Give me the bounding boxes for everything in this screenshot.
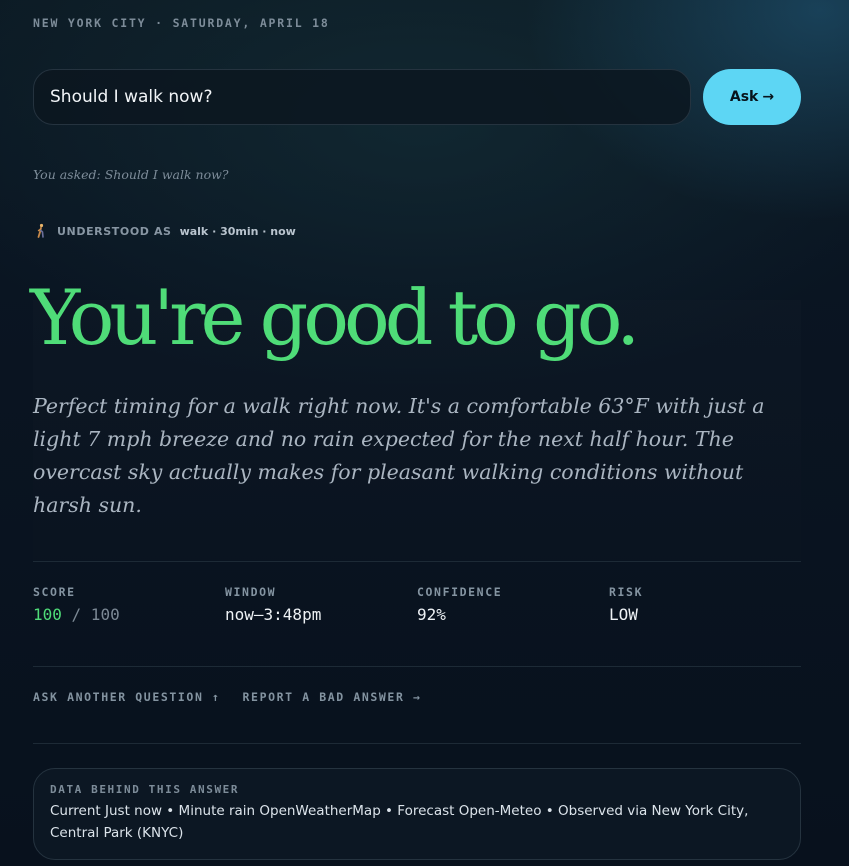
arrow-right-icon: → bbox=[762, 89, 775, 105]
walking-person-icon bbox=[33, 223, 49, 239]
report-bad-answer-link[interactable]: REPORT A BAD ANSWER → bbox=[243, 690, 422, 704]
divider bbox=[33, 743, 801, 744]
verdict-headline: You're good to go. bbox=[30, 273, 640, 362]
understood-as: UNDERSTOOD AS walk · 30min · now bbox=[33, 223, 296, 239]
understood-label: UNDERSTOOD AS bbox=[57, 224, 172, 238]
stat-score-value: 100 / 100 bbox=[33, 605, 225, 624]
answer-actions: ASK ANOTHER QUESTION ↑ REPORT A BAD ANSW… bbox=[33, 690, 422, 704]
data-sources-card: DATA BEHIND THIS ANSWER Current Just now… bbox=[33, 768, 801, 860]
stat-score: SCORE 100 / 100 bbox=[33, 585, 225, 624]
question-input[interactable] bbox=[33, 69, 691, 125]
verdict-summary: Perfect timing for a walk right now. It'… bbox=[33, 394, 765, 517]
query-echo: You asked: Should I walk now? bbox=[33, 167, 229, 182]
stat-risk: RISK LOW bbox=[609, 585, 801, 624]
understood-value: walk · 30min · now bbox=[179, 224, 296, 238]
stat-confidence-label: CONFIDENCE bbox=[417, 585, 503, 599]
stat-risk-value: LOW bbox=[609, 605, 638, 624]
stat-window-label: WINDOW bbox=[225, 585, 277, 599]
question-form: Ask → bbox=[33, 69, 801, 125]
stat-risk-label: RISK bbox=[609, 585, 644, 599]
stat-score-label: SCORE bbox=[33, 585, 76, 599]
stat-window-value: now–3:48pm bbox=[225, 605, 322, 624]
score-number: 100 bbox=[33, 605, 62, 624]
data-sources-text: Current Just now • Minute rain OpenWeath… bbox=[50, 803, 749, 841]
divider bbox=[33, 666, 801, 667]
stat-window: WINDOW now–3:48pm bbox=[225, 585, 417, 624]
ask-another-question-link[interactable]: ASK ANOTHER QUESTION ↑ bbox=[33, 690, 221, 704]
stat-confidence-value: 92% bbox=[417, 605, 446, 624]
location-date: NEW YORK CITY · SATURDAY, APRIL 18 bbox=[33, 16, 330, 30]
divider bbox=[33, 561, 801, 562]
score-total: / 100 bbox=[61, 605, 120, 624]
stats-row: SCORE 100 / 100 WINDOW now–3:48pm CONFID… bbox=[33, 585, 801, 624]
ask-button[interactable]: Ask → bbox=[703, 69, 801, 125]
ask-button-label: Ask bbox=[729, 89, 759, 105]
stat-confidence: CONFIDENCE 92% bbox=[417, 585, 609, 624]
data-sources-label: DATA BEHIND THIS ANSWER bbox=[50, 783, 240, 796]
